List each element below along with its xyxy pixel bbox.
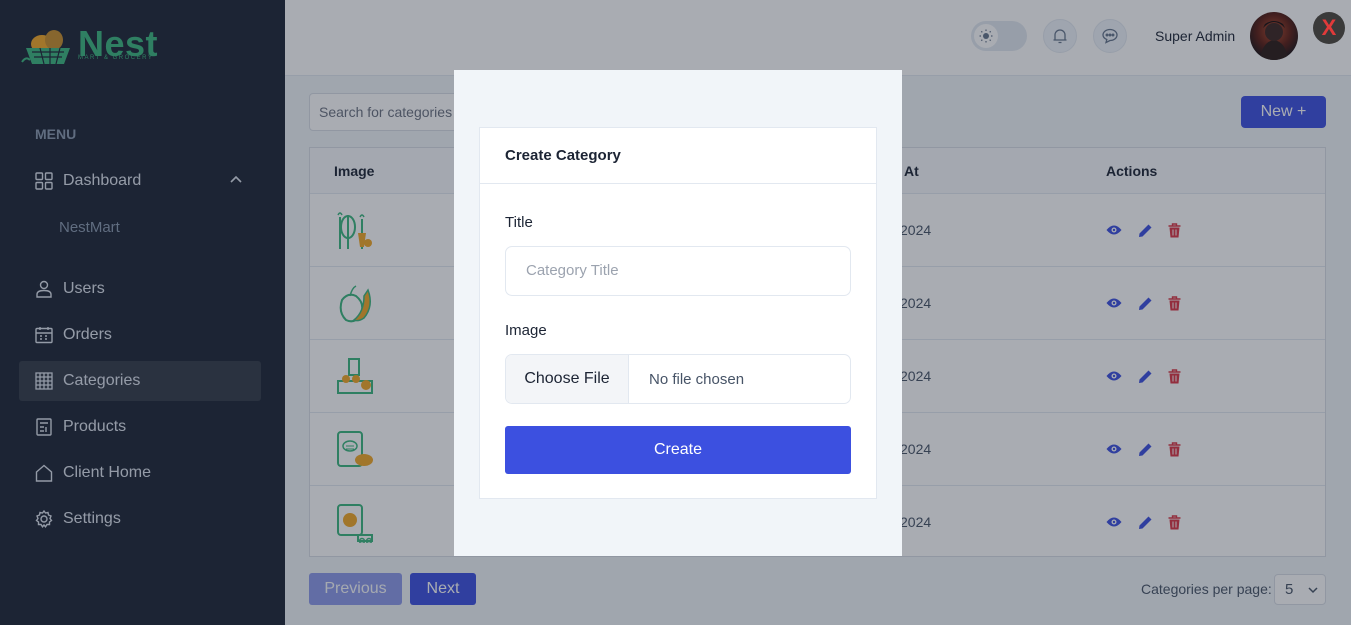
image-file-input[interactable]: Choose File No file chosen: [505, 354, 851, 404]
category-title-input[interactable]: Category Title: [505, 246, 851, 296]
create-category-modal: Create Category Title Category Title Ima…: [454, 70, 902, 556]
create-button[interactable]: Create: [505, 426, 851, 474]
close-modal-button[interactable]: X: [1313, 12, 1345, 44]
form-heading: Create Category: [480, 128, 876, 184]
file-status: No file chosen: [649, 370, 745, 388]
choose-file-button[interactable]: Choose File: [506, 355, 629, 403]
title-label: Title: [505, 214, 533, 231]
create-category-form: Create Category Title Category Title Ima…: [479, 127, 877, 499]
image-label: Image: [505, 322, 547, 339]
